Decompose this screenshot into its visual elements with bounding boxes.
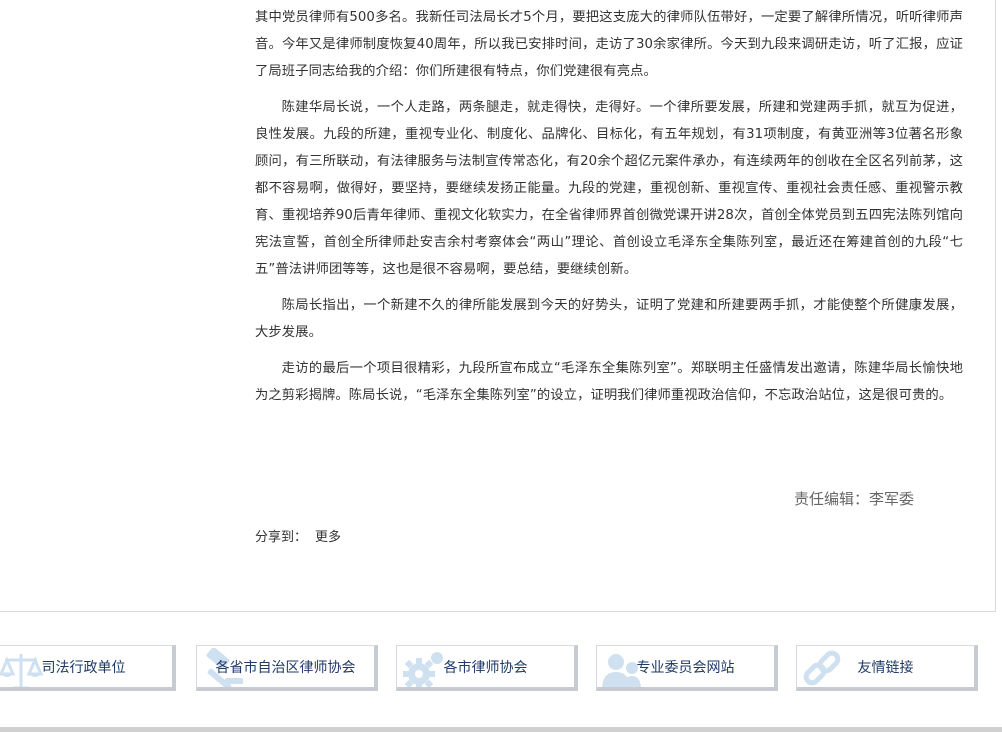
link-judicial-admin-units[interactable]: 司法行政单位 <box>0 645 176 691</box>
article-panel: 其中党员律师有500多名。我新任司法局长才5个月，要把这支庞大的律师队伍带好，一… <box>0 0 996 612</box>
footer-divider <box>0 727 1002 732</box>
article-body: 其中党员律师有500多名。我新任司法局长才5个月，要把这支庞大的律师队伍带好，一… <box>255 0 963 418</box>
link-label: 各市律师协会 <box>443 660 528 676</box>
share-more-link[interactable]: 更多 <box>315 530 341 545</box>
share-label: 分享到： <box>255 530 308 545</box>
page: 其中党员律师有500多名。我新任司法局长才5个月，要把这支庞大的律师队伍带好，一… <box>0 0 1002 732</box>
link-label: 专业委员会网站 <box>636 660 735 676</box>
article-paragraph: 走访的最后一个项目很精彩，九段所宣布成立“毛泽东全集陈列室”。郑联明主任盛情发出… <box>255 361 963 403</box>
share-bar: 分享到： 更多 <box>255 526 341 545</box>
link-professional-committee-sites[interactable]: 专业委员会网站 <box>596 645 778 691</box>
link-label: 友情链接 <box>857 660 914 676</box>
link-friendly-links[interactable]: 友情链接 <box>796 645 978 691</box>
responsible-editor: 责任编辑：李军委 <box>794 490 915 508</box>
article-paragraph: 陈局长指出，一个新建不久的律所能发展到今天的好势头，证明了党建和所建要两手抓，才… <box>255 298 963 340</box>
article-paragraph: 其中党员律师有500多名。我新任司法局长才5个月，要把这支庞大的律师队伍带好，一… <box>255 10 963 79</box>
related-links-bar: 司法行政单位 各省市自治区律师协会 各市律师协会 专业委员会网站 友情链接 <box>0 640 1002 700</box>
article-paragraph: 陈建华局长说，一个人走路，两条腿走，就走得快，走得好。一个律所要发展，所建和党建… <box>255 100 963 277</box>
link-label: 各省市自治区律师协会 <box>215 660 356 676</box>
link-provincial-lawyer-associations[interactable]: 各省市自治区律师协会 <box>196 645 378 691</box>
link-city-lawyer-associations[interactable]: 各市律师协会 <box>396 645 578 691</box>
link-label: 司法行政单位 <box>41 660 126 676</box>
